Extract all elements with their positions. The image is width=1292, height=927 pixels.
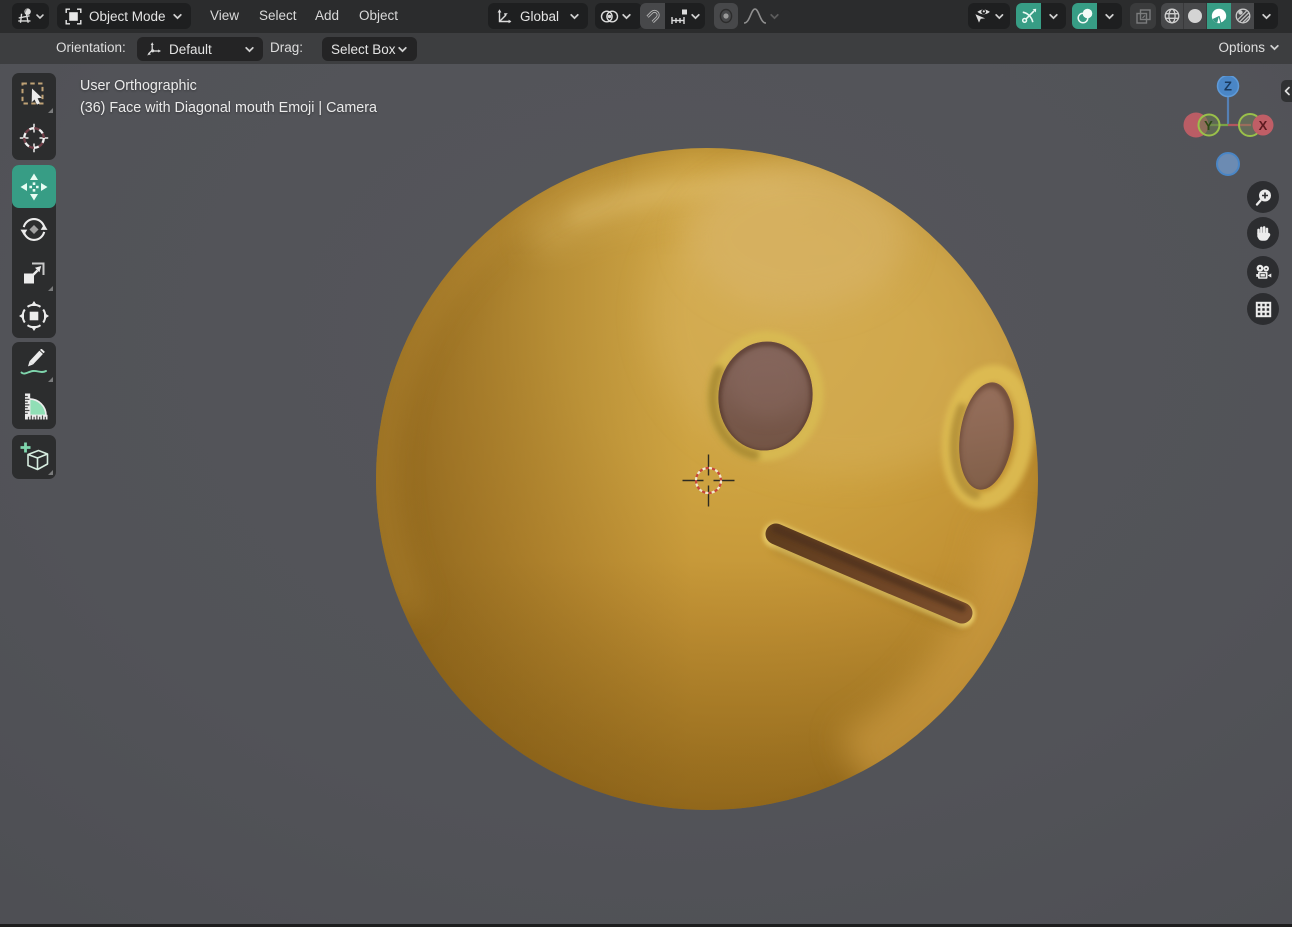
svg-text:X: X [1259,118,1268,133]
svg-text:Z: Z [1224,79,1232,94]
svg-text:Y: Y [1204,118,1213,133]
